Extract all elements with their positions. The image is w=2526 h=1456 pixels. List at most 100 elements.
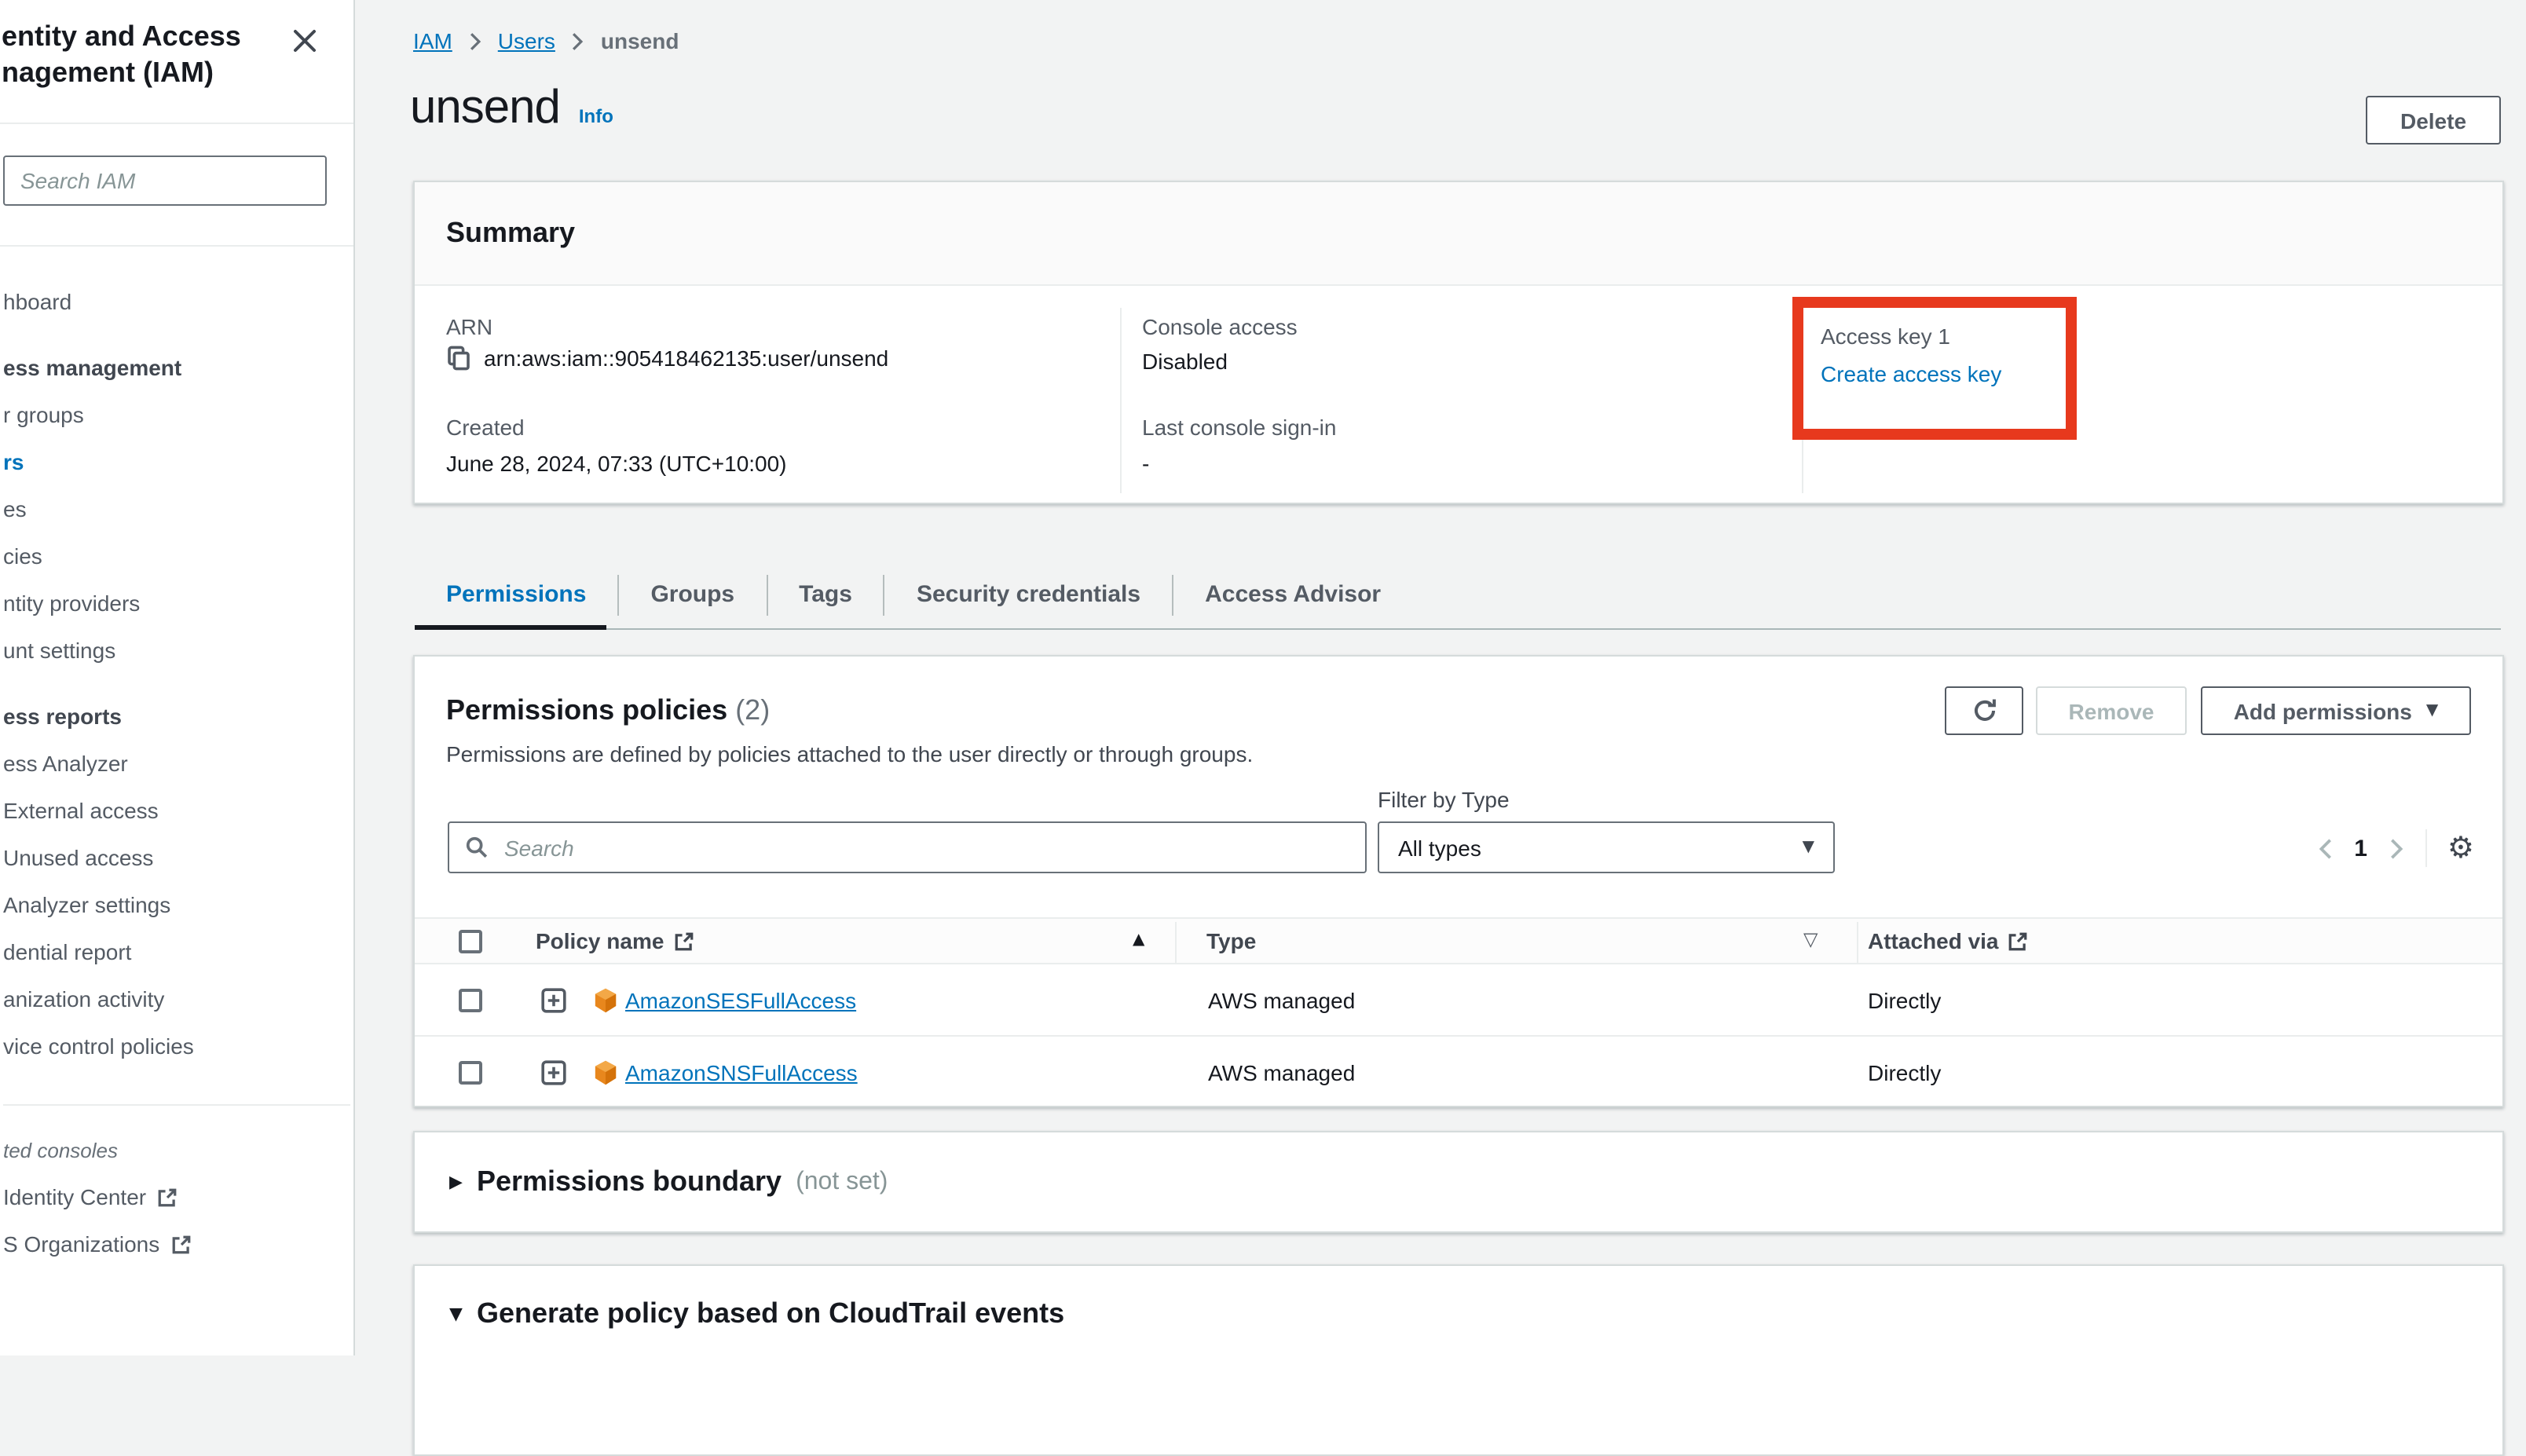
sidebar-divider xyxy=(0,245,353,247)
sidebar-link-organizations[interactable]: S Organizations xyxy=(3,1220,350,1268)
remove-button[interactable]: Remove xyxy=(2036,686,2187,735)
column-divider xyxy=(1175,922,1177,963)
refresh-button[interactable] xyxy=(1945,686,2023,735)
tab-tags[interactable]: Tags xyxy=(767,581,884,608)
delete-button[interactable]: Delete xyxy=(2366,96,2501,145)
sidebar-item-identity-providers[interactable]: ntity providers xyxy=(3,580,350,627)
search-icon xyxy=(465,836,489,859)
breadcrumb: IAM Users unsend xyxy=(413,28,679,53)
sidebar-item-external-access[interactable]: External access xyxy=(3,787,350,834)
close-icon[interactable] xyxy=(289,25,320,57)
arn-value-row: arn:aws:iam::905418462135:user/unsend xyxy=(446,346,888,371)
policy-link[interactable]: AmazonSESFullAccess xyxy=(625,987,856,1012)
column-header-type[interactable]: Type xyxy=(1206,928,1256,953)
breadcrumb-users-link[interactable]: Users xyxy=(498,28,555,53)
column-header-attached-via[interactable]: Attached via xyxy=(1868,928,2029,953)
next-page-icon[interactable] xyxy=(2388,836,2405,860)
policy-table-row: AmazonSESFullAccess AWS managed Directly xyxy=(415,964,2502,1035)
permissions-policies-card: Permissions policies (2) Permissions are… xyxy=(413,655,2504,1107)
sidebar-item-access-analyzer[interactable]: ess Analyzer xyxy=(3,740,350,787)
tab-security-credentials[interactable]: Security credentials xyxy=(885,581,1172,608)
permissions-boundary-title: Permissions boundary xyxy=(477,1165,782,1198)
row-checkbox[interactable] xyxy=(459,988,482,1012)
policy-table-header: Policy name ▲ Type ▽ Attached via xyxy=(415,917,2502,964)
filter-icon[interactable]: ▽ xyxy=(1803,928,1818,950)
iam-user-detail-page: entity and Access nagement (IAM) hboard … xyxy=(0,0,2526,1355)
sidebar-item-organization-activity[interactable]: anization activity xyxy=(3,975,350,1022)
sidebar-item-roles[interactable]: es xyxy=(3,485,350,532)
sidebar-title: entity and Access nagement (IAM) xyxy=(2,19,331,91)
arn-value: arn:aws:iam::905418462135:user/unsend xyxy=(484,346,888,371)
external-link-icon xyxy=(673,931,694,951)
sidebar-item-dashboard[interactable]: hboard xyxy=(3,278,350,325)
external-link-icon xyxy=(2008,931,2029,951)
policy-type: AWS managed xyxy=(1208,987,1355,1012)
expand-row-icon[interactable] xyxy=(540,1059,567,1085)
policy-link[interactable]: AmazonSNSFullAccess xyxy=(625,1059,858,1085)
sidebar-divider xyxy=(0,123,353,124)
section-expanded-icon: ▼ xyxy=(449,1304,463,1324)
access-key-label: Access key 1 xyxy=(1821,324,2066,349)
user-detail-tabs: Permissions Groups Tags Security credent… xyxy=(415,559,1412,630)
sidebar-item-policies[interactable]: cies xyxy=(3,532,350,580)
summary-column-divider xyxy=(1120,308,1122,493)
column-header-policy-name[interactable]: Policy name xyxy=(536,928,694,953)
row-checkbox[interactable] xyxy=(459,1060,482,1084)
sidebar-item-unused-access[interactable]: Unused access xyxy=(3,834,350,881)
gear-icon[interactable]: ⚙ xyxy=(2447,833,2474,863)
policy-type: AWS managed xyxy=(1208,1059,1355,1085)
managed-policy-icon xyxy=(592,1058,619,1086)
policy-table-row: AmazonSNSFullAccess AWS managed Directly xyxy=(415,1035,2502,1107)
sidebar-section-access-reports: ess reports xyxy=(3,693,350,740)
sidebar-link-identity-center[interactable]: Identity Center xyxy=(3,1173,350,1220)
previous-page-icon[interactable] xyxy=(2316,836,2334,860)
permissions-boundary-toggle[interactable]: ▶ Permissions boundary (not set) xyxy=(449,1132,888,1231)
generate-policy-title: Generate policy based on CloudTrail even… xyxy=(477,1297,1064,1330)
pagination-divider xyxy=(2425,829,2427,867)
breadcrumb-iam-link[interactable]: IAM xyxy=(413,28,452,53)
sidebar-item-account-settings[interactable]: unt settings xyxy=(3,627,350,674)
sidebar-item-user-groups[interactable]: r groups xyxy=(3,391,350,438)
created-label: Created xyxy=(446,415,525,440)
summary-title: Summary xyxy=(446,217,575,250)
iam-sidebar: entity and Access nagement (IAM) hboard … xyxy=(0,0,355,1355)
policies-count: (2) xyxy=(735,694,770,726)
sidebar-link-label: Identity Center xyxy=(3,1184,146,1209)
select-all-checkbox[interactable] xyxy=(459,930,482,953)
add-permissions-button[interactable]: Add permissions ▼ xyxy=(2201,686,2471,735)
breadcrumb-current: unsend xyxy=(601,28,679,53)
section-collapsed-icon: ▶ xyxy=(449,1172,463,1192)
summary-card: Summary ARN arn:aws:iam::905418462135:us… xyxy=(413,181,2504,504)
sidebar-item-credential-report[interactable]: dential report xyxy=(3,928,350,975)
tab-access-advisor[interactable]: Access Advisor xyxy=(1173,581,1412,608)
add-permissions-label: Add permissions xyxy=(2234,698,2412,723)
sort-ascending-icon[interactable]: ▲ xyxy=(1133,931,1144,949)
permissions-policies-description: Permissions are defined by policies atta… xyxy=(446,741,1253,766)
sidebar-item-analyzer-settings[interactable]: Analyzer settings xyxy=(3,881,350,928)
policy-attached-via: Directly xyxy=(1868,1059,1941,1085)
chevron-right-icon xyxy=(468,31,482,51)
page-header: unsend Info xyxy=(410,82,613,135)
policy-search-input[interactable] xyxy=(501,833,1365,862)
caret-down-icon: ▼ xyxy=(1803,839,1814,856)
type-filter-select[interactable]: All types ▼ xyxy=(1378,821,1835,873)
pagination: 1 ⚙ xyxy=(2316,823,2474,873)
sidebar-related-consoles-heading: ted consoles xyxy=(3,1129,350,1173)
tab-groups[interactable]: Groups xyxy=(619,581,766,608)
info-link[interactable]: Info xyxy=(579,105,613,127)
sidebar-item-service-control-policies[interactable]: vice control policies xyxy=(3,1022,350,1070)
current-page-number[interactable]: 1 xyxy=(2354,835,2367,862)
sidebar-item-users[interactable]: rs xyxy=(3,438,350,485)
generate-policy-toggle[interactable]: ▼ Generate policy based on CloudTrail ev… xyxy=(449,1297,1064,1330)
expand-row-icon[interactable] xyxy=(540,986,567,1013)
filter-by-type-label: Filter by Type xyxy=(1378,787,1510,812)
permissions-policies-title: Permissions policies (2) xyxy=(446,694,770,727)
create-access-key-link[interactable]: Create access key xyxy=(1821,361,2066,386)
tabs-baseline xyxy=(415,628,2501,630)
policy-attached-via: Directly xyxy=(1868,987,1941,1012)
sidebar-nav: hboard ess management r groups rs es cie… xyxy=(3,278,350,1268)
tab-permissions[interactable]: Permissions xyxy=(415,581,617,608)
sidebar-search-input[interactable] xyxy=(3,155,327,206)
permissions-boundary-card: ▶ Permissions boundary (not set) xyxy=(413,1131,2504,1233)
copy-icon[interactable] xyxy=(446,346,471,371)
